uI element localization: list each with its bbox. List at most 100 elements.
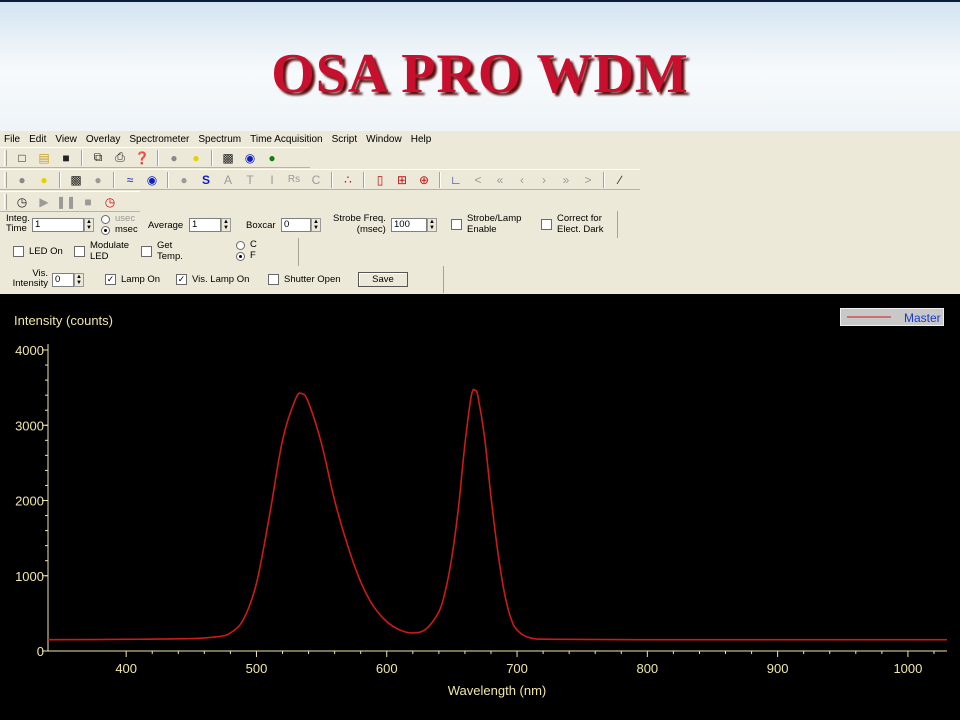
boxcar-label: Boxcar <box>246 220 276 231</box>
menu-overlay[interactable]: Overlay <box>86 134 120 145</box>
save-button[interactable]: Save <box>358 272 408 287</box>
clock-stop-icon[interactable]: ◷ <box>101 193 119 211</box>
usec-radio[interactable] <box>101 215 110 224</box>
y-axis-label: Intensity (counts) <box>14 313 113 328</box>
cursor-box-icon[interactable]: ▯ <box>371 171 389 189</box>
record-icon[interactable]: ● <box>89 171 107 189</box>
vis-intensity-spinner[interactable]: ▲ ▼ <box>74 273 84 287</box>
camera-icon[interactable]: ▩ <box>219 149 237 167</box>
alarm-clock-icon[interactable]: ◷ <box>13 193 31 211</box>
modulate-led-label: Modulate LED <box>90 240 130 262</box>
average-input[interactable]: 1 <box>189 218 221 232</box>
shutter-open-label: Shutter Open <box>284 274 341 285</box>
menu-edit[interactable]: Edit <box>29 134 46 145</box>
lamp-on-icon-2[interactable]: ● <box>35 171 53 189</box>
correct-dark-checkbox[interactable] <box>541 219 552 230</box>
lamp-on-label: Lamp On <box>121 274 161 285</box>
prev-icon[interactable]: ‹ <box>513 171 531 189</box>
lamp-off-icon-2[interactable]: ● <box>13 171 31 189</box>
get-temp-checkbox[interactable] <box>141 246 152 257</box>
boxcar-spinner[interactable]: ▲ ▼ <box>311 218 321 232</box>
slide-banner: OSA PRO WDM <box>0 0 960 131</box>
spectrum-chart-svg: 01000200030004000400 500 600 700 800 900 1000 … <box>14 313 947 698</box>
menu-script[interactable]: Script <box>332 134 358 145</box>
strobe-freq-input[interactable]: 100 <box>391 218 427 232</box>
probe-icon[interactable]: ∕ <box>611 171 629 189</box>
crosshair-icon[interactable]: ⊕ <box>415 171 433 189</box>
menu-time-acquisition[interactable]: Time Acquisition <box>250 134 322 145</box>
print-icon[interactable]: ⎙ <box>111 149 129 167</box>
mode-a-button[interactable]: A <box>219 171 237 189</box>
menu-window[interactable]: Window <box>366 134 402 145</box>
first-peak-icon[interactable]: ˂ <box>469 171 487 189</box>
lamp-on-checkbox[interactable]: ✓ <box>105 274 116 285</box>
camera-icon-2[interactable]: ▩ <box>67 171 85 189</box>
lamp-on-icon[interactable]: ● <box>187 149 205 167</box>
last-peak-icon[interactable]: ˃ <box>579 171 597 189</box>
y-tick-label: 1000 <box>15 569 44 584</box>
integ-time-spinner[interactable]: ▲ ▼ <box>84 218 94 232</box>
spectrum-plot: 0 1000 2000 3000 4000 400 500 600 700 800 900 1000 … <box>0 294 960 720</box>
y-tick-label: 4000 <box>15 343 44 358</box>
copy-icon[interactable]: ⧉ <box>89 149 107 167</box>
stop-icon[interactable]: ■ <box>79 193 97 211</box>
usec-label: usec <box>115 213 136 224</box>
save-disk-icon[interactable]: ■ <box>57 149 75 167</box>
menu-spectrum[interactable]: Spectrum <box>198 134 241 145</box>
average-spinner[interactable]: ▲ ▼ <box>221 218 231 232</box>
correct-dark-label: Correct for Elect. Dark <box>557 213 604 235</box>
vis-intensity-label: Vis. Intensity <box>12 268 48 289</box>
x-tick-label: 500 <box>246 661 268 676</box>
msec-radio[interactable] <box>101 226 110 235</box>
help-pointer-icon[interactable]: ❓ <box>133 149 151 167</box>
temp-c-radio[interactable] <box>236 241 245 250</box>
legend-label-master: Master <box>904 311 941 325</box>
led-on-checkbox[interactable] <box>13 246 24 257</box>
modulate-led-checkbox[interactable] <box>74 246 85 257</box>
x-tick-label: 700 <box>506 661 528 676</box>
pin-icon[interactable]: ● <box>175 171 193 189</box>
integ-time-input[interactable]: 1 <box>32 218 84 232</box>
menu-spectrometer[interactable]: Spectrometer <box>129 134 189 145</box>
mode-t-button[interactable]: T <box>241 171 259 189</box>
pause-icon[interactable]: ❚❚ <box>56 193 76 211</box>
next-icon[interactable]: › <box>535 171 553 189</box>
new-file-icon[interactable]: □ <box>13 149 31 167</box>
prev-fast-icon[interactable]: « <box>491 171 509 189</box>
get-temp-label: Get Temp. <box>157 240 183 262</box>
strobe-freq-spinner[interactable]: ▲ ▼ <box>427 218 437 232</box>
axes-icon[interactable]: ∟ <box>447 171 465 189</box>
spectrum-chart-icon[interactable]: ≈ <box>121 171 139 189</box>
msec-label: msec <box>115 224 138 235</box>
mode-s-button[interactable]: S <box>197 171 215 189</box>
play-icon[interactable]: ▶ <box>35 193 53 211</box>
mode-i-button[interactable]: I <box>263 171 281 189</box>
next-fast-icon[interactable]: » <box>557 171 575 189</box>
shutter-open-checkbox[interactable] <box>268 274 279 285</box>
menu-help[interactable]: Help <box>411 134 432 145</box>
average-label: Average <box>148 220 184 231</box>
open-folder-icon[interactable]: ▤ <box>35 149 53 167</box>
mode-rs-button[interactable]: Rs <box>285 171 303 189</box>
menu-file[interactable]: File <box>4 134 20 145</box>
vis-intensity-input[interactable]: 0 <box>52 273 74 287</box>
strobe-freq-label: Strobe Freq. (msec) <box>333 213 386 235</box>
temp-f-radio[interactable] <box>236 252 245 261</box>
strobe-lamp-label: Strobe/Lamp Enable <box>467 213 522 235</box>
blue-target-icon-2[interactable]: ◉ <box>143 171 161 189</box>
strobe-lamp-checkbox[interactable] <box>451 219 462 230</box>
green-badge-icon[interactable]: ● <box>263 149 281 167</box>
blue-target-icon[interactable]: ◉ <box>241 149 259 167</box>
grid-icon[interactable]: ⊞ <box>393 171 411 189</box>
x-tick-label: 800 <box>636 661 658 676</box>
boxcar-input[interactable]: 0 <box>281 218 311 232</box>
vis-lamp-on-checkbox[interactable]: ✓ <box>176 274 187 285</box>
mode-c-button[interactable]: C <box>307 171 325 189</box>
y-tick-label: 2000 <box>15 494 44 509</box>
lamp-off-icon[interactable]: ● <box>165 149 183 167</box>
toolbar-row-2: ● ● ▩ ● ≈ ◉ ● S A T I Rs C ∴ ▯ ⊞ ⊕ ∟ ˂ «… <box>0 169 640 190</box>
menu-view[interactable]: View <box>55 134 77 145</box>
chart-legend: Master <box>840 308 944 326</box>
scatter-icon[interactable]: ∴ <box>339 171 357 189</box>
menu-bar: File Edit View Overlay Spectrometer Spec… <box>0 131 960 147</box>
